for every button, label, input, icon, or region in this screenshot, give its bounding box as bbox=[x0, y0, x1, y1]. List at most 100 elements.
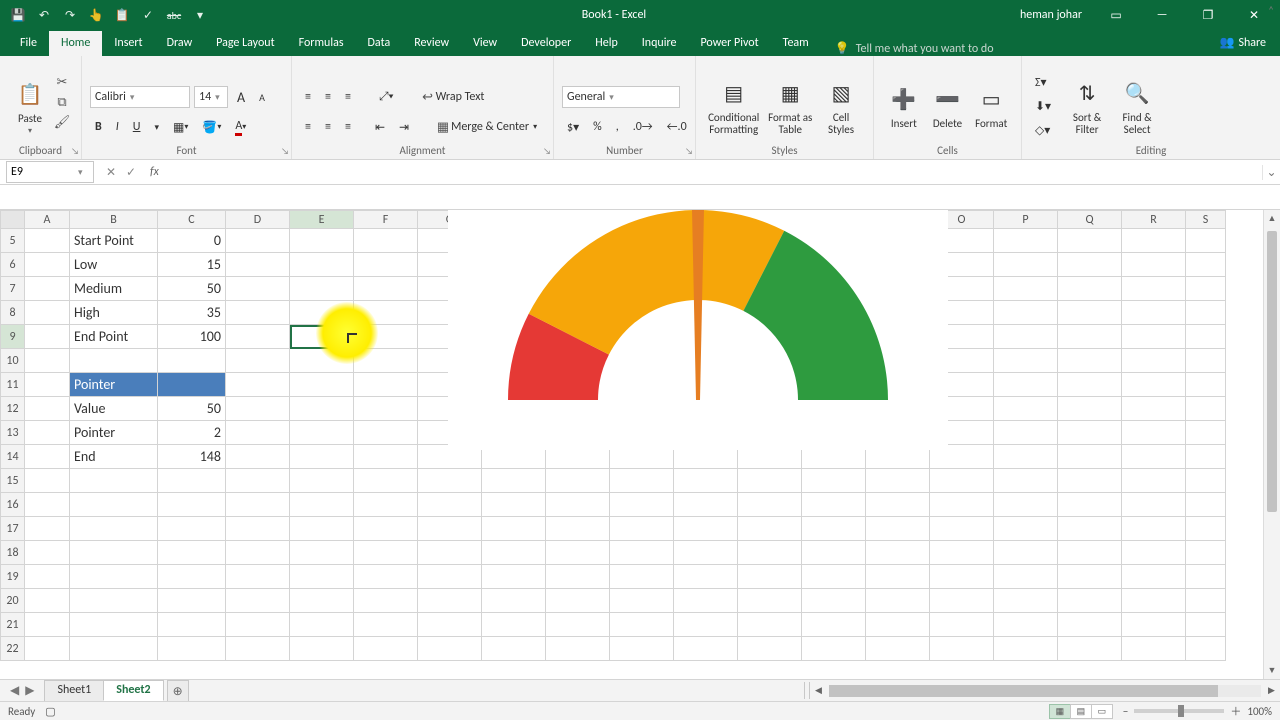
cell-L16[interactable] bbox=[738, 493, 802, 517]
macro-record-icon[interactable]: ▢ bbox=[45, 705, 55, 718]
cell-Q22[interactable] bbox=[1058, 637, 1122, 661]
cell-Q14[interactable] bbox=[1058, 445, 1122, 469]
cell-S18[interactable] bbox=[1186, 541, 1226, 565]
cell-O18[interactable] bbox=[930, 541, 994, 565]
cell-K21[interactable] bbox=[674, 613, 738, 637]
cell-M17[interactable] bbox=[802, 517, 866, 541]
cell-E10[interactable] bbox=[290, 349, 354, 373]
next-sheet-icon[interactable]: ▶ bbox=[25, 683, 34, 698]
cell-M20[interactable] bbox=[802, 589, 866, 613]
cell-R9[interactable] bbox=[1122, 325, 1186, 349]
cell-Q9[interactable] bbox=[1058, 325, 1122, 349]
cell-N16[interactable] bbox=[866, 493, 930, 517]
cell-P19[interactable] bbox=[994, 565, 1058, 589]
cell-E20[interactable] bbox=[290, 589, 354, 613]
cell-I20[interactable] bbox=[546, 589, 610, 613]
cell-F22[interactable] bbox=[354, 637, 418, 661]
cell-P15[interactable] bbox=[994, 469, 1058, 493]
name-box-input[interactable] bbox=[7, 165, 75, 179]
scroll-down-icon[interactable]: ▼ bbox=[1264, 662, 1280, 679]
cell-K17[interactable] bbox=[674, 517, 738, 541]
cell-Q20[interactable] bbox=[1058, 589, 1122, 613]
cell-F18[interactable] bbox=[354, 541, 418, 565]
cell-J18[interactable] bbox=[610, 541, 674, 565]
cell-E15[interactable] bbox=[290, 469, 354, 493]
cell-R8[interactable] bbox=[1122, 301, 1186, 325]
autosum-icon[interactable]: Σ▾ bbox=[1030, 71, 1056, 93]
vertical-scrollbar[interactable]: ▲ ▼ bbox=[1263, 210, 1280, 679]
cell-E14[interactable] bbox=[290, 445, 354, 469]
cell-N21[interactable] bbox=[866, 613, 930, 637]
cell-I21[interactable] bbox=[546, 613, 610, 637]
cell-A12[interactable] bbox=[25, 397, 70, 421]
align-top-icon[interactable]: ≡ bbox=[300, 86, 316, 108]
cell-K18[interactable] bbox=[674, 541, 738, 565]
cell-G17[interactable] bbox=[418, 517, 482, 541]
row-header-5[interactable]: 5 bbox=[1, 229, 25, 253]
cell-F7[interactable] bbox=[354, 277, 418, 301]
cell-A10[interactable] bbox=[25, 349, 70, 373]
page-break-view-icon[interactable]: ▭ bbox=[1091, 704, 1113, 719]
cell-J22[interactable] bbox=[610, 637, 674, 661]
share-button[interactable]: 👥Share bbox=[1205, 30, 1280, 56]
cell-N15[interactable] bbox=[866, 469, 930, 493]
cell-S13[interactable] bbox=[1186, 421, 1226, 445]
cell-G21[interactable] bbox=[418, 613, 482, 637]
delete-cells-button[interactable]: ➖Delete bbox=[926, 70, 970, 142]
row-header-20[interactable]: 20 bbox=[1, 589, 25, 613]
cell-O15[interactable] bbox=[930, 469, 994, 493]
cell-A5[interactable] bbox=[25, 229, 70, 253]
scroll-thumb[interactable] bbox=[1267, 231, 1277, 512]
cell-B11[interactable]: Pointer bbox=[70, 373, 158, 397]
cell-N22[interactable] bbox=[866, 637, 930, 661]
cell-B6[interactable]: Low bbox=[70, 253, 158, 277]
tab-view[interactable]: View bbox=[461, 31, 509, 56]
row-header-9[interactable]: 9 bbox=[1, 325, 25, 349]
clear-icon[interactable]: ◇▾ bbox=[1030, 119, 1056, 141]
cell-J16[interactable] bbox=[610, 493, 674, 517]
cell-E22[interactable] bbox=[290, 637, 354, 661]
cell-P20[interactable] bbox=[994, 589, 1058, 613]
dialog-launcher-icon[interactable]: ↘ bbox=[71, 146, 79, 157]
sheet-tab-sheet1[interactable]: Sheet1 bbox=[44, 680, 104, 701]
fill-color-icon[interactable]: 🪣▾ bbox=[197, 116, 226, 138]
add-sheet-button[interactable]: ⊕ bbox=[167, 680, 189, 701]
cell-R10[interactable] bbox=[1122, 349, 1186, 373]
select-all[interactable] bbox=[1, 211, 25, 229]
col-header-D[interactable]: D bbox=[226, 211, 290, 229]
expand-formula-bar-icon[interactable]: ⌄ bbox=[1262, 165, 1280, 180]
cell-B13[interactable]: Pointer bbox=[70, 421, 158, 445]
cell-F6[interactable] bbox=[354, 253, 418, 277]
cell-A20[interactable] bbox=[25, 589, 70, 613]
fx-icon[interactable]: fx bbox=[144, 165, 165, 179]
tab-review[interactable]: Review bbox=[402, 31, 461, 56]
cell-O19[interactable] bbox=[930, 565, 994, 589]
maximize-icon[interactable]: ❐ bbox=[1186, 0, 1230, 30]
scroll-left-icon[interactable]: ◀ bbox=[810, 682, 827, 699]
cell-D20[interactable] bbox=[226, 589, 290, 613]
cell-H16[interactable] bbox=[482, 493, 546, 517]
strike-icon[interactable]: abc bbox=[166, 7, 182, 23]
cell-P18[interactable] bbox=[994, 541, 1058, 565]
cell-D16[interactable] bbox=[226, 493, 290, 517]
cell-P22[interactable] bbox=[994, 637, 1058, 661]
cell-Q5[interactable] bbox=[1058, 229, 1122, 253]
sheet-tab-sheet2[interactable]: Sheet2 bbox=[103, 680, 163, 701]
cell-A8[interactable] bbox=[25, 301, 70, 325]
cell-B19[interactable] bbox=[70, 565, 158, 589]
cell-H19[interactable] bbox=[482, 565, 546, 589]
enter-formula-icon[interactable]: ✓ bbox=[122, 165, 140, 180]
cell-C14[interactable]: 148 bbox=[158, 445, 226, 469]
prev-sheet-icon[interactable]: ◀ bbox=[10, 683, 19, 698]
cell-E7[interactable] bbox=[290, 277, 354, 301]
format-painter-icon[interactable]: 🖌 bbox=[54, 114, 70, 130]
gauge-chart[interactable] bbox=[448, 210, 948, 450]
cell-M15[interactable] bbox=[802, 469, 866, 493]
cell-M19[interactable] bbox=[802, 565, 866, 589]
cell-G22[interactable] bbox=[418, 637, 482, 661]
cell-A17[interactable] bbox=[25, 517, 70, 541]
cell-J21[interactable] bbox=[610, 613, 674, 637]
paste-button[interactable]: 📋Paste▾ bbox=[8, 70, 52, 142]
cell-J17[interactable] bbox=[610, 517, 674, 541]
increase-indent-icon[interactable]: ⇥ bbox=[394, 116, 414, 138]
